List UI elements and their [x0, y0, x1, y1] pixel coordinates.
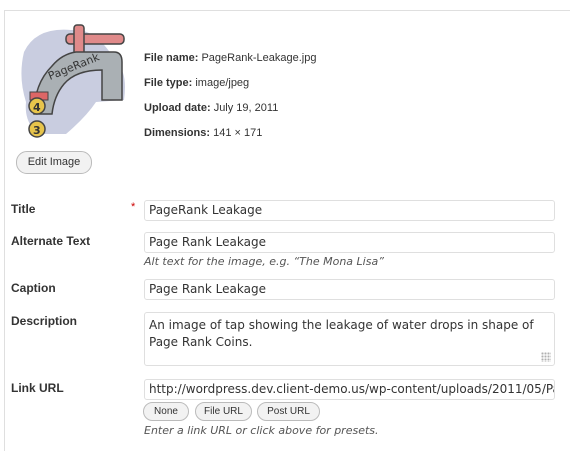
file-type-row: File type: image/jpeg	[144, 77, 249, 89]
resize-grip-icon[interactable]	[541, 352, 551, 362]
edit-image-button[interactable]: Edit Image	[16, 151, 92, 174]
link-post-url-button[interactable]: Post URL	[257, 402, 320, 421]
coin-label-4: 4	[33, 101, 41, 114]
upload-date-row: Upload date: July 19, 2011	[144, 102, 278, 114]
link-file-url-button[interactable]: File URL	[195, 402, 252, 421]
coin-label-3: 3	[33, 124, 41, 137]
dimensions-value: 141 × 171	[213, 127, 263, 139]
description-textarea[interactable]: An image of tap showing the leakage of w…	[144, 312, 555, 366]
faucet-pagerank-icon: PageRank 4 3	[21, 24, 125, 138]
link-url-input[interactable]: http://wordpress.dev.client-demo.us/wp-c…	[144, 379, 555, 400]
file-name-label: File name:	[144, 52, 199, 64]
title-label: Title	[11, 202, 36, 216]
upload-date-value: July 19, 2011	[213, 102, 279, 114]
alt-text-help: Alt text for the image, e.g. “The Mona L…	[144, 255, 384, 268]
alt-text-input[interactable]: Page Rank Leakage	[144, 232, 555, 253]
dimensions-row: Dimensions: 141 × 171	[144, 127, 262, 139]
link-url-label: Link URL	[11, 381, 64, 395]
dimensions-label: Dimensions:	[144, 127, 211, 139]
caption-label: Caption	[11, 281, 56, 295]
file-type-label: File type:	[144, 77, 193, 89]
alt-text-label: Alternate Text	[11, 234, 91, 248]
file-name-value: PageRank-Leakage.jpg	[201, 52, 317, 64]
image-thumbnail: PageRank 4 3	[16, 22, 129, 144]
link-url-help: Enter a link URL or click above for pres…	[144, 424, 379, 437]
link-none-button[interactable]: None	[143, 402, 189, 421]
description-label: Description	[11, 314, 78, 328]
required-asterisk: *	[131, 201, 136, 213]
description-text: An image of tap showing the leakage of w…	[149, 318, 534, 349]
title-input[interactable]: PageRank Leakage	[144, 200, 555, 221]
caption-input[interactable]: Page Rank Leakage	[144, 279, 555, 300]
file-name-row: File name: PageRank-Leakage.jpg	[144, 52, 316, 64]
file-type-value: image/jpeg	[195, 77, 250, 89]
upload-date-label: Upload date:	[144, 102, 211, 114]
